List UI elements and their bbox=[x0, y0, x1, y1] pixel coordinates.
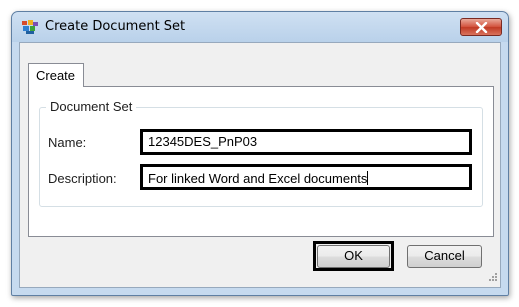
window-title: Create Document Set bbox=[45, 19, 186, 34]
cancel-button[interactable]: Cancel bbox=[407, 245, 482, 268]
close-button[interactable] bbox=[460, 18, 502, 36]
description-field[interactable]: For linked Word and Excel documents bbox=[140, 164, 472, 190]
name-label: Name: bbox=[48, 135, 87, 150]
title-bar[interactable]: Create Document Set bbox=[12, 12, 508, 42]
tab-panel-create: Document Set Name: 12345DES_PnP03 Descri… bbox=[28, 86, 494, 237]
description-text: For linked Word and Excel documents bbox=[148, 171, 368, 186]
name-field[interactable]: 12345DES_PnP03 bbox=[140, 129, 472, 155]
ok-button[interactable]: OK bbox=[317, 245, 390, 268]
description-label: Description: bbox=[48, 171, 117, 186]
resize-grip-icon[interactable] bbox=[487, 270, 497, 284]
text-caret bbox=[367, 171, 369, 185]
document-set-icon bbox=[22, 20, 39, 35]
tab-create[interactable]: Create bbox=[28, 63, 84, 87]
dialog-window: Create Document Set Create Document Set … bbox=[11, 11, 509, 296]
document-set-group: Document Set Name: 12345DES_PnP03 Descri… bbox=[39, 99, 483, 207]
close-icon bbox=[475, 22, 488, 33]
group-label: Document Set bbox=[46, 99, 137, 114]
dialog-content: Create Document Set Name: 12345DES_PnP03… bbox=[19, 42, 501, 288]
